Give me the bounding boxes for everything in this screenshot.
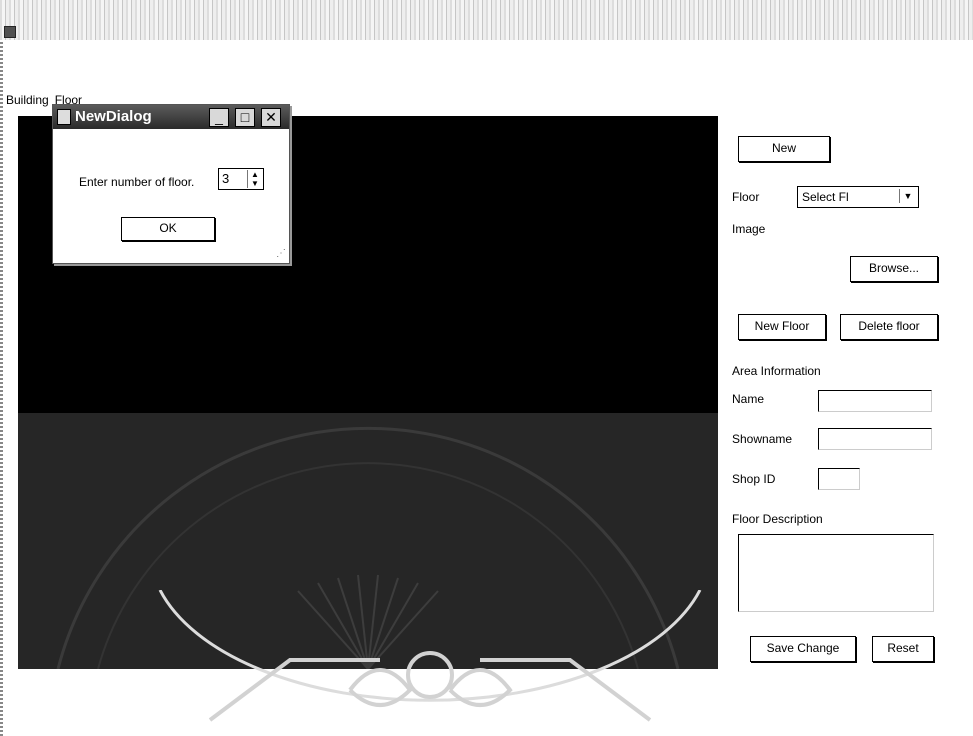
window-border [0, 40, 3, 736]
floor-count-spinner[interactable]: 3 ▲ ▼ [218, 168, 264, 190]
browse-button[interactable]: Browse... [850, 256, 938, 282]
dialog-titlebar[interactable]: NewDialog _ □ ✕ [53, 105, 289, 129]
showname-field[interactable] [818, 428, 932, 450]
area-information-label: Area Information [732, 364, 821, 378]
reset-button[interactable]: Reset [872, 636, 934, 662]
new-button[interactable]: New [738, 136, 830, 162]
floor-description-label: Floor Description [732, 512, 823, 526]
save-change-button[interactable]: Save Change [750, 636, 856, 662]
showname-label: Showname [732, 432, 793, 446]
spinner-arrows-icon[interactable]: ▲ ▼ [247, 170, 262, 188]
ok-button[interactable]: OK [121, 217, 215, 241]
chevron-down-icon[interactable]: ▼ [899, 189, 916, 203]
name-field[interactable] [818, 390, 932, 412]
window-titlebar [0, 0, 973, 40]
app-icon [4, 26, 16, 38]
maximize-icon[interactable]: □ [235, 108, 255, 127]
floor-count-prompt: Enter number of floor. [79, 175, 195, 189]
floor-select[interactable]: Select Fl ▼ [797, 186, 919, 208]
right-panel: New Floor Select Fl ▼ Image Browse... Ne… [720, 110, 973, 670]
dialog-title: NewDialog [75, 108, 152, 125]
shop-id-label: Shop ID [732, 472, 776, 486]
resize-grip-icon[interactable]: ⋰ [276, 248, 286, 259]
floor-description-textarea[interactable] [738, 534, 934, 612]
new-floor-button[interactable]: New Floor [738, 314, 826, 340]
floor-count-value: 3 [222, 171, 230, 186]
floor-select-value: Select Fl [802, 190, 849, 204]
shop-id-field[interactable] [818, 468, 860, 490]
name-label: Name [732, 392, 765, 406]
floor-label: Floor [732, 190, 760, 204]
delete-floor-button[interactable]: Delete floor [840, 314, 938, 340]
minimize-icon[interactable]: _ [209, 108, 229, 127]
image-label: Image [732, 222, 766, 236]
close-icon[interactable]: ✕ [261, 108, 281, 127]
watermark-emblem-lower [158, 590, 702, 722]
menu-item-building[interactable]: Building [6, 93, 49, 109]
dialog-app-icon [57, 109, 71, 125]
